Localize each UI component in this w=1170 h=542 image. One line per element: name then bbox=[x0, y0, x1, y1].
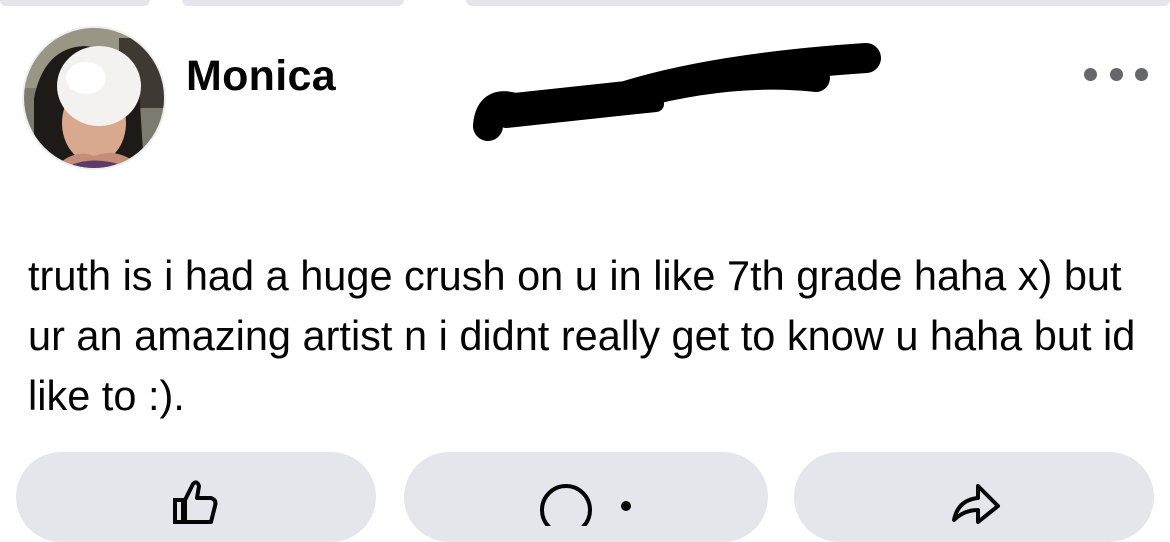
divider-segment bbox=[182, 0, 404, 6]
share-icon bbox=[952, 484, 1000, 524]
share-button[interactable] bbox=[794, 452, 1154, 542]
avatar-photo bbox=[24, 28, 164, 168]
author-name[interactable]: Monica bbox=[186, 52, 336, 101]
more-options-button[interactable] bbox=[1084, 56, 1148, 92]
more-horizontal-icon bbox=[1084, 67, 1097, 81]
more-horizontal-icon bbox=[1109, 67, 1123, 81]
divider-segment bbox=[0, 0, 150, 6]
avatar[interactable] bbox=[22, 26, 166, 170]
like-button[interactable] bbox=[16, 452, 376, 542]
post-text: truth is i had a huge crush on u in like… bbox=[28, 252, 1136, 419]
comment-icon bbox=[540, 484, 631, 526]
thumbs-up-icon bbox=[173, 480, 218, 524]
divider-segment bbox=[466, 0, 1170, 6]
redaction-scribble bbox=[473, 43, 881, 141]
more-horizontal-icon bbox=[1135, 67, 1148, 81]
top-divider bbox=[0, 0, 1170, 8]
comment-button[interactable] bbox=[404, 452, 768, 542]
